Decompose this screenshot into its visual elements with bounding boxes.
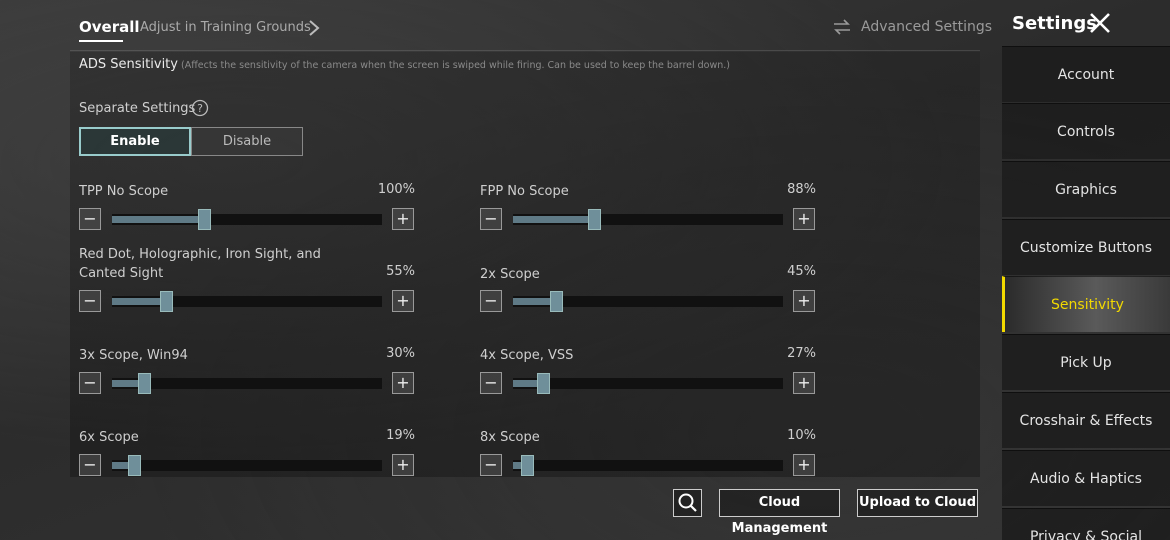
slider-thumb[interactable]	[521, 455, 534, 476]
decrease-button[interactable]: −	[480, 372, 502, 394]
tab-overall[interactable]: Overall	[79, 18, 140, 36]
slider-label: TPP No Scope	[79, 184, 169, 199]
slider-fill	[112, 216, 204, 223]
slider-label: Red Dot, Holographic, Iron Sight, and Ca…	[79, 247, 321, 281]
slider-value: 100%	[377, 182, 415, 197]
slider-thumb[interactable]	[138, 373, 151, 394]
enable-button[interactable]: Enable	[79, 127, 191, 156]
chevron-right-icon[interactable]	[308, 19, 320, 37]
separate-settings-label: Separate Settings	[79, 101, 196, 116]
slider-value: 10%	[787, 428, 816, 443]
increase-button[interactable]: +	[392, 454, 414, 476]
close-icon[interactable]	[1088, 11, 1112, 35]
slider-value: 19%	[386, 428, 415, 443]
slider-track[interactable]	[112, 291, 382, 312]
sidebar-item-sensitivity[interactable]: Sensitivity	[1002, 276, 1170, 332]
header-divider	[70, 50, 980, 51]
increase-button[interactable]: +	[793, 454, 815, 476]
sidebar-item-audio-haptics[interactable]: Audio & Haptics	[1002, 450, 1170, 506]
slider-track[interactable]	[513, 209, 783, 230]
increase-button[interactable]: +	[392, 208, 414, 230]
slider-thumb[interactable]	[198, 209, 211, 230]
decrease-button[interactable]: −	[79, 208, 101, 230]
upload-to-cloud-button[interactable]: Upload to Cloud	[857, 489, 978, 517]
increase-button[interactable]: +	[793, 208, 815, 230]
slider-track[interactable]	[112, 209, 382, 230]
search-icon	[678, 493, 697, 512]
slider-thumb[interactable]	[537, 373, 550, 394]
slider-label: 3x Scope, Win94	[79, 348, 188, 363]
swap-icon	[834, 19, 850, 35]
increase-button[interactable]: +	[392, 372, 414, 394]
slider-label: 4x Scope, VSS	[480, 348, 574, 363]
advanced-settings-label: Advanced Settings	[861, 19, 993, 35]
sidebar-item-pick-up[interactable]: Pick Up	[1002, 334, 1170, 390]
slider-value: 45%	[787, 264, 816, 279]
svg-text:?: ?	[197, 102, 203, 115]
slider-track[interactable]	[513, 291, 783, 312]
slider-thumb[interactable]	[128, 455, 141, 476]
increase-button[interactable]: +	[793, 372, 815, 394]
slider-thumb[interactable]	[550, 291, 563, 312]
sidebar-item-customize-buttons[interactable]: Customize Buttons	[1002, 219, 1170, 275]
ads-sensitivity-title: ADS Sensitivity	[79, 57, 178, 72]
top-bar: Overall Adjust in Training Grounds Advan…	[0, 0, 1000, 52]
slider-value: 88%	[787, 182, 816, 197]
decrease-button[interactable]: −	[480, 454, 502, 476]
slider-track[interactable]	[513, 373, 783, 394]
decrease-button[interactable]: −	[79, 290, 101, 312]
slider-track[interactable]	[112, 455, 382, 476]
sidebar-item-crosshair-effects[interactable]: Crosshair & Effects	[1002, 392, 1170, 448]
sidebar-item-privacy-social[interactable]: Privacy & Social	[1002, 508, 1170, 540]
cloud-management-button[interactable]: Cloud Management	[719, 489, 840, 536]
increase-button[interactable]: +	[793, 290, 815, 312]
slider-track[interactable]	[112, 373, 382, 394]
slider-label: 2x Scope	[480, 267, 540, 282]
tab-underline	[79, 40, 123, 42]
slider-fill	[112, 298, 166, 305]
slider-thumb[interactable]	[160, 291, 173, 312]
settings-title: Settings	[1012, 13, 1097, 34]
decrease-button[interactable]: −	[480, 290, 502, 312]
decrease-button[interactable]: −	[79, 454, 101, 476]
advanced-settings-button[interactable]: Advanced Settings	[833, 19, 992, 35]
slider-thumb[interactable]	[588, 209, 601, 230]
settings-sidebar: Account Controls Graphics Customize Butt…	[1002, 46, 1170, 540]
tab-training-grounds[interactable]: Adjust in Training Grounds	[140, 20, 311, 35]
sidebar-item-account[interactable]: Account	[1002, 46, 1170, 102]
decrease-button[interactable]: −	[79, 372, 101, 394]
disable-button[interactable]: Disable	[191, 127, 303, 156]
slider-label: FPP No Scope	[480, 184, 569, 199]
sidebar-item-controls[interactable]: Controls	[1002, 103, 1170, 159]
slider-label: 6x Scope	[79, 430, 139, 445]
ads-sensitivity-description: (Affects the sensitivity of the camera w…	[181, 60, 731, 71]
increase-button[interactable]: +	[392, 290, 414, 312]
search-button[interactable]	[673, 489, 702, 517]
slider-label: 8x Scope	[480, 430, 540, 445]
slider-track[interactable]	[513, 455, 783, 476]
slider-value: 30%	[386, 346, 415, 361]
sidebar-item-graphics[interactable]: Graphics	[1002, 161, 1170, 217]
decrease-button[interactable]: −	[480, 208, 502, 230]
slider-fill	[513, 216, 594, 223]
help-icon[interactable]: ?	[191, 99, 209, 117]
slider-value: 55%	[386, 264, 415, 279]
slider-value: 27%	[787, 346, 816, 361]
